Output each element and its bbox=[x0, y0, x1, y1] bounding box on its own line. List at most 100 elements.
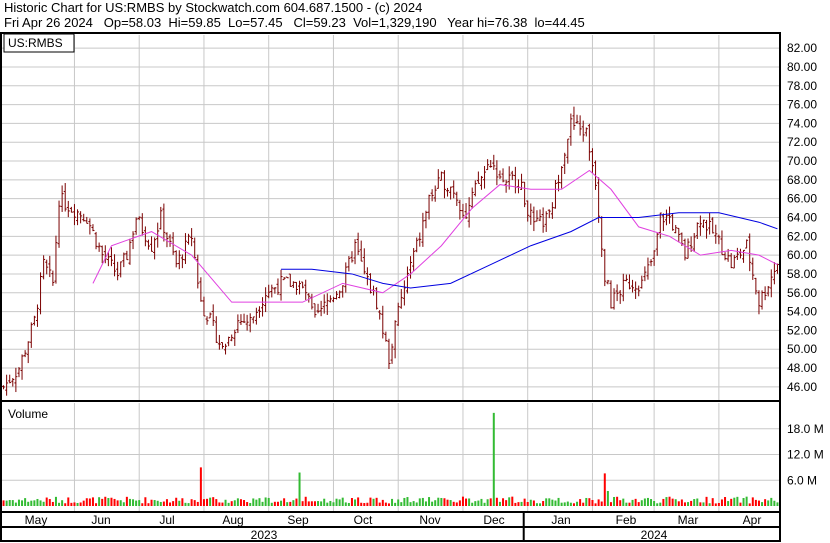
volume-tick-label: 12.0 M bbox=[787, 448, 824, 462]
volume-bar bbox=[409, 502, 412, 506]
volume-bar bbox=[295, 498, 298, 506]
volume-bar bbox=[761, 502, 764, 506]
price-tick-label: 52.00 bbox=[787, 323, 817, 337]
volume-bar bbox=[212, 497, 215, 506]
volume-bar bbox=[437, 497, 440, 506]
volume-bar bbox=[230, 501, 233, 506]
volume-bar bbox=[58, 502, 61, 506]
volume-tick-label: 18.0 M bbox=[787, 422, 824, 436]
price-tick-label: 74.00 bbox=[787, 116, 817, 130]
volume-bar bbox=[403, 497, 406, 506]
price-tick-label: 48.00 bbox=[787, 361, 817, 375]
volume-bar bbox=[449, 500, 452, 506]
volume-bar bbox=[588, 498, 591, 506]
volume-bar bbox=[128, 498, 131, 506]
volume-bar bbox=[280, 500, 283, 506]
price-tick-label: 68.00 bbox=[787, 173, 817, 187]
volume-bar bbox=[733, 497, 736, 506]
volume-bar bbox=[757, 500, 760, 506]
volume-bar bbox=[508, 497, 511, 506]
volume-bar bbox=[135, 500, 138, 506]
volume-bar bbox=[600, 501, 603, 506]
volume-bar bbox=[132, 499, 135, 506]
volume-bar bbox=[310, 501, 313, 506]
volume-bar bbox=[687, 502, 690, 506]
volume-bar bbox=[138, 500, 141, 506]
volume-bar bbox=[199, 467, 202, 506]
volume-bar bbox=[67, 497, 70, 506]
volume-bar bbox=[17, 499, 20, 506]
volume-bar bbox=[252, 498, 255, 506]
year-label: 2024 bbox=[641, 528, 668, 542]
volume-bar bbox=[498, 501, 501, 506]
volume-bar bbox=[625, 502, 628, 506]
volume-bar bbox=[360, 502, 363, 506]
price-tick-label: 50.00 bbox=[787, 342, 817, 356]
volume-bar bbox=[169, 502, 172, 506]
volume-bar bbox=[8, 500, 11, 506]
price-tick-label: 64.00 bbox=[787, 211, 817, 225]
volume-bar bbox=[150, 499, 153, 506]
volume-bar bbox=[640, 500, 643, 506]
volume-bar bbox=[375, 497, 378, 506]
volume-bar bbox=[554, 500, 557, 506]
month-label: Jul bbox=[159, 513, 174, 527]
volume-bar bbox=[218, 502, 221, 506]
volume-bar bbox=[606, 490, 609, 506]
volume-bar bbox=[249, 502, 252, 506]
volume-bar bbox=[603, 473, 606, 506]
volume-bar bbox=[406, 497, 409, 506]
volume-bar bbox=[317, 501, 320, 506]
volume-bar bbox=[141, 503, 144, 506]
volume-bar bbox=[91, 497, 94, 506]
volume-bar bbox=[714, 503, 717, 506]
volume-bar bbox=[643, 498, 646, 506]
volume-bar bbox=[665, 497, 668, 506]
volume-bar bbox=[286, 502, 289, 506]
volume-bar bbox=[511, 496, 514, 506]
volume-bar bbox=[14, 502, 17, 506]
volume-bar bbox=[233, 500, 236, 506]
volume-bar bbox=[474, 501, 477, 506]
volume-bar bbox=[412, 501, 415, 506]
volume-bar bbox=[64, 503, 67, 506]
volume-bar bbox=[224, 499, 227, 506]
volume-bar bbox=[307, 501, 310, 506]
volume-bar bbox=[122, 502, 125, 506]
volume-bar bbox=[609, 502, 612, 506]
volume-bar bbox=[656, 503, 659, 506]
volume-bar bbox=[181, 498, 184, 506]
volume-bar bbox=[326, 502, 329, 506]
volume-bar bbox=[582, 502, 585, 506]
volume-bar bbox=[542, 501, 545, 506]
volume-bar bbox=[24, 498, 27, 506]
volume-bar bbox=[45, 497, 48, 506]
volume-bar bbox=[539, 503, 542, 506]
volume-bar bbox=[717, 503, 720, 506]
volume-bar bbox=[683, 502, 686, 506]
price-tick-label: 58.00 bbox=[787, 267, 817, 281]
volume-bar bbox=[391, 498, 394, 506]
volume-bar bbox=[616, 496, 619, 506]
volume-bar bbox=[246, 502, 249, 506]
volume-bar bbox=[338, 499, 341, 506]
volume-bar bbox=[477, 500, 480, 506]
month-label: Apr bbox=[743, 513, 762, 527]
symbol-label: US:RMBS bbox=[8, 36, 63, 50]
volume-bar bbox=[206, 498, 209, 506]
volume-bar bbox=[42, 501, 45, 506]
volume-bar bbox=[705, 496, 708, 506]
volume-bar bbox=[492, 412, 495, 506]
volume-bar bbox=[184, 502, 187, 506]
volume-tick-label: 6.0 M bbox=[787, 473, 817, 487]
volume-bar bbox=[378, 502, 381, 506]
stock-chart: US:RMBS Volume 46.00 48.00 50.00 52.00 54.00… bbox=[0, 32, 824, 542]
volume-bar bbox=[742, 498, 745, 506]
volume-bar bbox=[415, 502, 418, 506]
volume-bar bbox=[739, 502, 742, 506]
volume-bar bbox=[202, 499, 205, 506]
volume-bar bbox=[175, 497, 178, 506]
volume-bar bbox=[98, 497, 101, 506]
price-tick-label: 82.00 bbox=[787, 41, 817, 55]
volume-bar bbox=[172, 501, 175, 506]
